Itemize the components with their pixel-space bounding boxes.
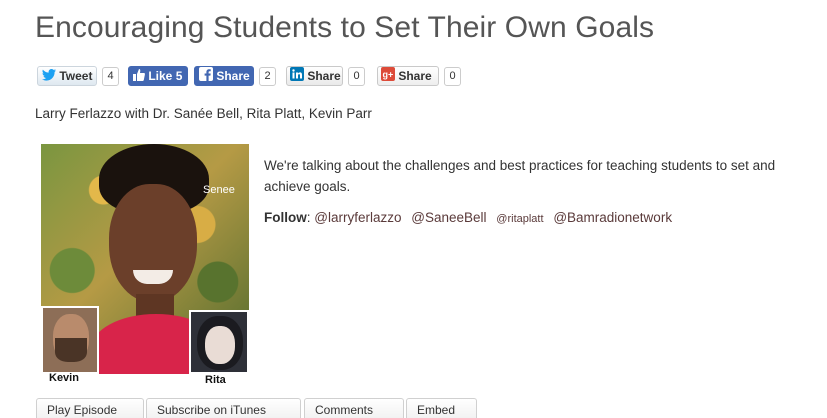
follow-line: Follow: @larryferlazzo @SaneeBell @ritap… bbox=[264, 210, 673, 225]
facebook-like-button[interactable]: Like 5 bbox=[128, 66, 188, 86]
google-plus-icon: g+ bbox=[381, 67, 395, 86]
linkedin-share-button[interactable]: Share bbox=[286, 66, 343, 86]
facebook-share-count: 2 bbox=[259, 67, 276, 86]
like-label: Like 5 bbox=[148, 69, 183, 83]
linkedin-icon bbox=[290, 67, 304, 86]
facebook-share-button[interactable]: Share bbox=[194, 66, 254, 86]
tab-comments[interactable]: Comments bbox=[304, 398, 404, 418]
tweet-label: Tweet bbox=[59, 69, 93, 83]
photo-label-rita: Rita bbox=[205, 374, 226, 386]
linkedin-share-label: Share bbox=[307, 69, 341, 83]
tweet-count: 4 bbox=[102, 67, 119, 86]
svg-text:g+: g+ bbox=[383, 70, 394, 80]
guest-thumbnail-kevin bbox=[41, 306, 99, 374]
photo-label-kevin: Kevin bbox=[49, 372, 79, 384]
follow-link-ritaplatt[interactable]: @ritaplatt bbox=[496, 213, 543, 225]
episode-description: We're talking about the challenges and b… bbox=[264, 158, 776, 194]
tab-play-episode[interactable]: Play Episode bbox=[36, 398, 144, 418]
google-plus-share-count: 0 bbox=[444, 67, 461, 86]
tweet-button[interactable]: Tweet bbox=[37, 66, 97, 86]
follow-link-larryferlazzo[interactable]: @larryferlazzo bbox=[314, 210, 401, 225]
tab-subscribe-itunes[interactable]: Subscribe on iTunes bbox=[146, 398, 301, 418]
thumbs-up-icon bbox=[133, 68, 145, 86]
facebook-icon bbox=[199, 67, 213, 86]
facebook-share-label: Share bbox=[216, 69, 250, 83]
follow-label: Follow bbox=[264, 210, 307, 225]
photo-label-senee: Senee bbox=[203, 184, 235, 196]
follow-link-bamradionetwork[interactable]: @Bamradionetwork bbox=[553, 210, 672, 225]
google-plus-share-label: Share bbox=[398, 69, 432, 83]
byline: Larry Ferlazzo with Dr. Sanée Bell, Rita… bbox=[35, 106, 372, 121]
guest-thumbnail-rita bbox=[189, 310, 249, 374]
tab-embed[interactable]: Embed bbox=[406, 398, 477, 418]
google-plus-share-button[interactable]: g+ Share bbox=[377, 66, 439, 86]
page-title: Encouraging Students to Set Their Own Go… bbox=[35, 11, 655, 44]
twitter-bird-icon bbox=[42, 68, 56, 86]
follow-link-saneebell[interactable]: @SaneeBell bbox=[411, 210, 486, 225]
linkedin-share-count: 0 bbox=[348, 67, 365, 86]
